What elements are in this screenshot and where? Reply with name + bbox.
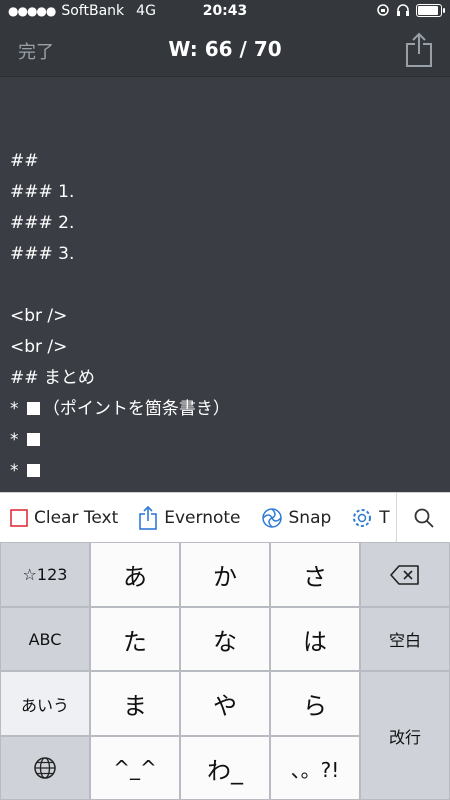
rotation-lock-icon [377, 4, 389, 16]
kana-key-ra[interactable]: ら [270, 671, 360, 736]
bullet-prefix: * [10, 399, 19, 419]
snap-swirl-icon [261, 508, 282, 528]
kana-key-ha[interactable]: は [270, 607, 360, 671]
checkbox-square-icon [26, 433, 40, 446]
bullet-prefix: * [10, 461, 19, 481]
more-tool-label: T [379, 508, 390, 528]
kana-key-wa[interactable]: わ_ [180, 736, 270, 800]
editor-line: <br /> [10, 306, 68, 326]
editor-bullet-line: * （ポイントを箇条書き） [10, 397, 230, 421]
more-tool-button[interactable]: T [341, 507, 399, 529]
checkbox-square-icon [26, 464, 40, 477]
kana-key-ma[interactable]: ま [90, 671, 180, 736]
kana-key-na[interactable]: な [180, 607, 270, 671]
bullet-prefix: * [10, 430, 19, 450]
editor-bullet-line: * [10, 459, 43, 483]
delete-key[interactable] [360, 542, 450, 607]
emoticon-key[interactable]: ^_^ [90, 736, 180, 800]
snap-label: Snap [288, 508, 332, 528]
editor-line: ## [10, 151, 39, 171]
kana-key-a[interactable]: あ [90, 542, 180, 607]
numbers-symbols-key[interactable]: ☆123 [0, 542, 90, 607]
evernote-button[interactable]: Evernote [128, 506, 250, 530]
search-button[interactable] [396, 493, 450, 543]
editor-line: ## まとめ [10, 368, 95, 388]
gear-icon [353, 509, 372, 527]
editor-line: ### 1. [10, 182, 75, 202]
globe-key[interactable] [0, 736, 90, 800]
globe-icon [34, 757, 56, 779]
space-key[interactable]: 空白 [360, 607, 450, 671]
share-icon[interactable] [402, 32, 436, 68]
japanese-keyboard: ☆123 ABC あいう あ か さ た な は ま や ら ^_^ わ_ 、。… [0, 542, 450, 800]
kana-key-ta[interactable]: た [90, 607, 180, 671]
headphones-icon [397, 4, 409, 16]
status-bar: ●●●●● SoftBank 4G 20:43 [0, 0, 450, 24]
battery-icon [416, 3, 445, 17]
clear-square-icon [10, 509, 28, 527]
editor-line: <br /> [10, 337, 68, 357]
delete-backspace-icon [390, 564, 419, 585]
clear-text-label: Clear Text [34, 508, 119, 528]
punctuation-key[interactable]: 、。?! [270, 736, 360, 800]
word-count-title: W: 66 / 70 [168, 37, 282, 61]
abc-key[interactable]: ABC [0, 607, 90, 671]
kana-key-ya[interactable]: や [180, 671, 270, 736]
snap-button[interactable]: Snap [251, 507, 342, 529]
editor-line: ### 3. [10, 244, 75, 264]
kana-key-ka[interactable]: か [180, 542, 270, 607]
bullet-text: （ポイントを箇条書き） [42, 399, 230, 419]
action-toolbar: Clear Text Evernote Snap T [0, 492, 450, 543]
clear-text-button[interactable]: Clear Text [0, 508, 128, 528]
kana-key[interactable]: あいう [0, 671, 90, 736]
kana-key-sa[interactable]: さ [270, 542, 360, 607]
checkbox-square-icon [26, 402, 40, 415]
return-key[interactable]: 改行 [360, 671, 450, 800]
search-icon [414, 508, 434, 528]
editor-line: ### 2. [10, 213, 75, 233]
share-icon [139, 506, 158, 530]
evernote-label: Evernote [164, 508, 241, 528]
navigation-bar: 完了 W: 66 / 70 [0, 24, 450, 77]
editor-bullet-line: * [10, 428, 43, 452]
text-editor[interactable]: ## ### 1. ### 2. ### 3. <br /> <br /> ##… [0, 77, 450, 492]
